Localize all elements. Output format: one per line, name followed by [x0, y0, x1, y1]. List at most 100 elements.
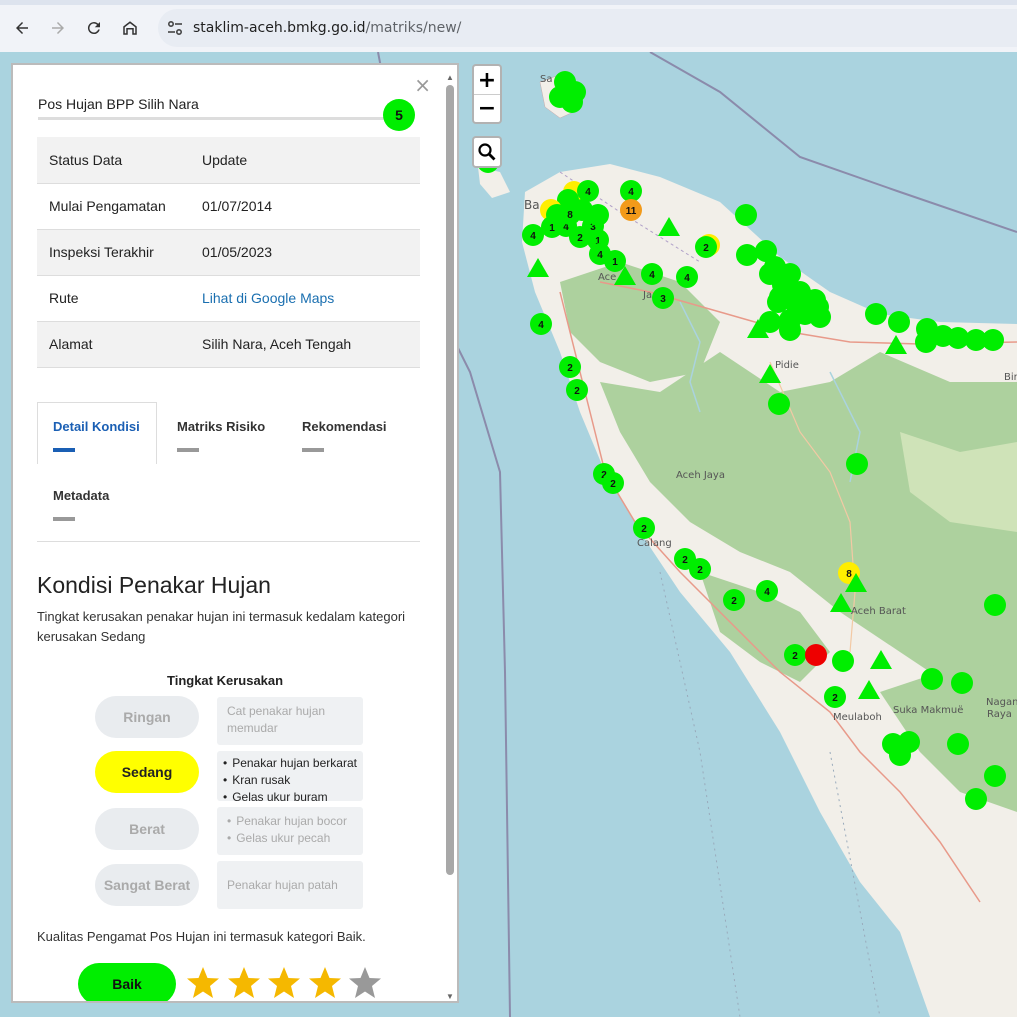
station-cluster-marker[interactable]: 2: [824, 686, 846, 708]
station-cluster-marker[interactable]: 4: [641, 263, 663, 285]
level-sangat-berat-desc: Penakar hujan patah: [217, 861, 363, 909]
station-marker[interactable]: [846, 453, 868, 475]
station-cluster-marker[interactable]: 2: [566, 379, 588, 401]
cluster-count-label: 4: [684, 273, 690, 284]
station-cluster-marker[interactable]: 4: [577, 180, 599, 202]
station-marker[interactable]: [915, 331, 937, 353]
station-marker[interactable]: [921, 668, 943, 690]
tab-detail-kondisi[interactable]: Detail Kondisi: [53, 419, 140, 452]
station-marker[interactable]: [888, 311, 910, 333]
station-triangle-marker[interactable]: [870, 650, 892, 669]
station-marker[interactable]: [779, 319, 801, 341]
zoom-control: + −: [472, 64, 502, 124]
close-panel-button[interactable]: ×: [414, 73, 431, 97]
browser-toolbar: staklim-aceh.bmkg.go.id/matriks/new/: [0, 0, 1017, 52]
scroll-up-icon[interactable]: ▲: [445, 73, 455, 82]
station-marker[interactable]: [865, 303, 887, 325]
cluster-count-label: 1: [612, 257, 618, 268]
cluster-count-label: 2: [792, 651, 798, 662]
station-cluster-marker[interactable]: 1: [604, 250, 626, 272]
tab-indicator: [302, 448, 324, 452]
station-marker[interactable]: [807, 296, 829, 318]
station-cluster-marker[interactable]: 4: [522, 224, 544, 246]
station-cluster-marker[interactable]: 4: [530, 313, 552, 335]
station-marker[interactable]: [772, 274, 794, 296]
quality-text: Kualitas Pengamat Pos Hujan ini termasuk…: [37, 929, 366, 944]
station-triangle-marker[interactable]: [759, 364, 781, 383]
reload-icon[interactable]: [82, 16, 106, 40]
list-item: Penakar hujan berkarat: [223, 755, 357, 772]
station-cluster-marker[interactable]: 2: [784, 644, 806, 666]
info-label: Alamat: [49, 336, 93, 352]
list-item: Kran rusak: [223, 772, 357, 789]
station-cluster-marker[interactable]: 4: [676, 266, 698, 288]
station-cluster-marker[interactable]: 2: [633, 517, 655, 539]
search-button[interactable]: [472, 136, 502, 168]
station-marker[interactable]: [982, 329, 1004, 351]
level-ringan-pill: Ringan: [95, 696, 199, 738]
cluster-count-label: 4: [628, 187, 634, 198]
tab-matriks-risiko[interactable]: Matriks Risiko: [177, 419, 265, 452]
station-cluster-marker[interactable]: 2: [559, 356, 581, 378]
cluster-count-label: 2: [697, 565, 703, 576]
station-name: Pos Hujan BPP Silih Nara: [38, 96, 199, 112]
info-value: 01/05/2023: [202, 244, 273, 260]
station-marker[interactable]: [984, 765, 1006, 787]
section-title: Kondisi Penakar Hujan: [37, 572, 271, 598]
cluster-count-label: 2: [703, 243, 709, 254]
station-cluster-marker[interactable]: 2: [695, 236, 717, 258]
url-host: staklim-aceh.bmkg.go.id: [193, 20, 366, 36]
station-marker[interactable]: [768, 393, 790, 415]
station-triangle-marker[interactable]: [830, 593, 852, 612]
google-maps-link[interactable]: Lihat di Google Maps: [202, 290, 334, 306]
address-bar[interactable]: staklim-aceh.bmkg.go.id/matriks/new/: [158, 9, 1017, 47]
station-cluster-marker[interactable]: 2: [602, 472, 624, 494]
station-cluster-marker[interactable]: 2: [723, 589, 745, 611]
cluster-count-label: 2: [577, 233, 583, 244]
station-marker[interactable]: [951, 672, 973, 694]
station-triangle-marker[interactable]: [658, 217, 680, 236]
level-berat-list: Penakar hujan bocor Gelas ukur pecah: [227, 813, 353, 847]
station-cluster-marker[interactable]: 8: [559, 203, 581, 225]
scrollbar-thumb[interactable]: [446, 85, 454, 875]
station-triangle-marker[interactable]: [527, 258, 549, 277]
cluster-count-label: 2: [641, 524, 647, 535]
table-row: Mulai Pengamatan 01/07/2014: [37, 183, 420, 229]
station-marker[interactable]: [965, 788, 987, 810]
forward-arrow-icon[interactable]: [46, 16, 70, 40]
station-cluster-marker[interactable]: 2: [689, 558, 711, 580]
level-sangat-berat-pill: Sangat Berat: [95, 864, 199, 906]
station-marker[interactable]: [832, 650, 854, 672]
url-text[interactable]: staklim-aceh.bmkg.go.id/matriks/new/: [193, 20, 461, 36]
station-triangle-marker[interactable]: [858, 680, 880, 699]
cluster-count-label: 2: [610, 479, 616, 490]
info-value-cell: Lihat di Google Maps: [190, 275, 420, 321]
station-cluster-marker[interactable]: 4: [620, 180, 642, 202]
station-marker[interactable]: [736, 244, 758, 266]
scroll-down-icon[interactable]: ▼: [445, 992, 455, 1001]
station-marker[interactable]: [889, 744, 911, 766]
station-marker[interactable]: [947, 733, 969, 755]
zoom-in-button[interactable]: +: [474, 66, 500, 94]
station-cluster-marker[interactable]: 11: [620, 199, 642, 221]
tab-rekomendasi[interactable]: Rekomendasi: [302, 419, 387, 452]
home-icon[interactable]: [118, 16, 142, 40]
station-marker[interactable]: [735, 204, 757, 226]
zoom-out-button[interactable]: −: [474, 94, 500, 122]
station-marker[interactable]: [805, 644, 827, 666]
back-arrow-icon[interactable]: [10, 16, 34, 40]
station-marker[interactable]: [561, 91, 583, 113]
detail-tabs: Detail Kondisi Matriks Risiko Rekomendas…: [37, 402, 420, 542]
tab-metadata[interactable]: Metadata: [53, 488, 109, 521]
info-label: Inspeksi Terakhir: [49, 244, 154, 260]
tab-indicator: [177, 448, 199, 452]
site-settings-icon[interactable]: [166, 19, 184, 37]
tab-label: Matriks Risiko: [177, 419, 266, 434]
station-marker[interactable]: [984, 594, 1006, 616]
station-triangle-marker[interactable]: [885, 335, 907, 354]
tab-label: Detail Kondisi: [53, 419, 140, 434]
station-cluster-marker[interactable]: 3: [652, 287, 674, 309]
station-cluster-marker[interactable]: 4: [756, 580, 778, 602]
list-item: Gelas ukur pecah: [227, 830, 353, 847]
panel-scrollbar[interactable]: ▲ ▼: [445, 73, 455, 1001]
